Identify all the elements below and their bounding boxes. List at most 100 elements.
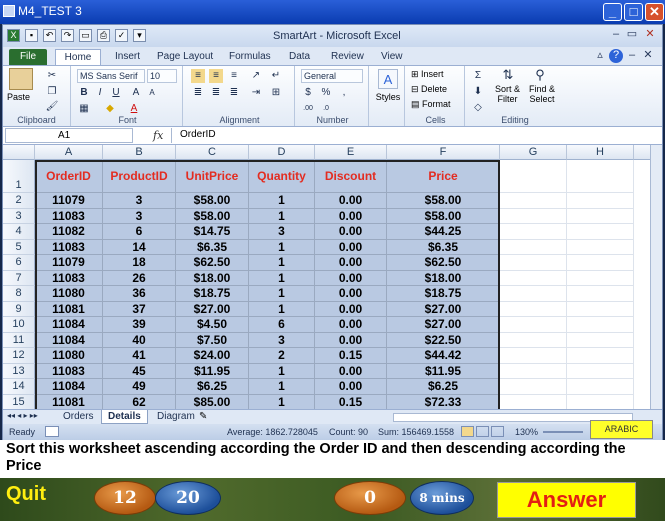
autosum-icon[interactable]: Σ — [471, 69, 485, 83]
data-cell[interactable]: 0.00 — [315, 239, 387, 255]
data-cell[interactable]: 0.00 — [315, 193, 387, 209]
excel-restore-icon[interactable]: ▭ — [625, 28, 639, 42]
data-cell[interactable]: 0.00 — [315, 224, 387, 240]
data-cell[interactable]: 3 — [249, 332, 315, 348]
borders-icon[interactable]: ▦ — [77, 102, 91, 116]
data-cell[interactable]: $11.95 — [176, 363, 249, 379]
tab-sheet-details[interactable]: Details — [101, 410, 148, 424]
data-cell[interactable]: $6.35 — [176, 239, 249, 255]
data-cell[interactable]: $6.25 — [387, 379, 500, 395]
arabic-button[interactable]: ARABIC — [590, 420, 653, 439]
data-cell[interactable]: 0.15 — [315, 348, 387, 364]
data-cell[interactable]: 11081 — [35, 394, 103, 409]
undo-icon[interactable]: ↶ — [43, 29, 56, 42]
tab-data[interactable]: Data — [281, 49, 318, 65]
data-cell[interactable]: 11079 — [35, 255, 103, 271]
header-cell[interactable]: ProductID — [103, 160, 176, 193]
row-header[interactable]: 8 — [3, 286, 35, 302]
data-cell[interactable]: $58.00 — [387, 193, 500, 209]
percent-icon[interactable]: % — [319, 86, 333, 100]
find-select-button[interactable]: Find & Select — [529, 84, 555, 104]
underline-icon[interactable]: U — [109, 86, 123, 100]
data-cell[interactable]: $24.00 — [176, 348, 249, 364]
styles-label[interactable]: Styles — [371, 92, 405, 102]
customize-toolbar-icon[interactable]: ▾ — [133, 29, 146, 42]
row-header[interactable]: 5 — [3, 239, 35, 255]
data-cell[interactable]: 11080 — [35, 348, 103, 364]
orientation-icon[interactable]: ↗ — [249, 69, 263, 83]
normal-view-icon[interactable] — [461, 426, 474, 437]
empty-cell[interactable] — [567, 160, 634, 193]
help-icon[interactable]: ? — [609, 49, 623, 63]
data-cell[interactable]: 0.00 — [315, 208, 387, 224]
number-format-select[interactable]: General — [301, 69, 363, 83]
font-size-select[interactable]: 10 — [147, 69, 177, 83]
tab-formulas[interactable]: Formulas — [221, 49, 279, 65]
insert-button[interactable]: ⊞ Insert — [411, 69, 444, 80]
data-cell[interactable]: 0.00 — [315, 270, 387, 286]
data-cell[interactable]: 1 — [249, 394, 315, 409]
data-cell[interactable]: 0.00 — [315, 317, 387, 333]
open-icon[interactable]: ▭ — [79, 29, 92, 42]
indent-icon[interactable]: ⇥ — [249, 86, 263, 100]
data-cell[interactable]: 11082 — [35, 224, 103, 240]
answer-button[interactable]: Answer — [497, 482, 636, 518]
row-header[interactable]: 13 — [3, 363, 35, 379]
data-cell[interactable]: 0.15 — [315, 394, 387, 409]
decrease-decimal-icon[interactable]: .0 — [319, 102, 333, 116]
column-header[interactable]: D — [249, 145, 315, 160]
grow-font-icon[interactable]: A — [129, 86, 143, 100]
bold-icon[interactable]: B — [77, 86, 91, 100]
spreadsheet-grid[interactable]: A B C D E F G H 1 OrderID ProductID UnitPrice Quanti… — [3, 145, 662, 409]
wrap-text-icon[interactable]: ↵ — [269, 69, 283, 83]
data-cell[interactable]: 0.00 — [315, 286, 387, 302]
align-top-icon[interactable]: ≡ — [191, 69, 205, 83]
empty-cell[interactable] — [567, 394, 634, 409]
empty-cell[interactable] — [567, 348, 634, 364]
close-button[interactable]: ✕ — [645, 3, 664, 21]
empty-cell[interactable] — [500, 286, 567, 302]
data-cell[interactable]: 36 — [103, 286, 176, 302]
empty-cell[interactable] — [500, 224, 567, 240]
empty-cell[interactable] — [567, 363, 634, 379]
data-cell[interactable]: 0.00 — [315, 379, 387, 395]
styles-icon[interactable]: A — [378, 69, 398, 89]
function-icon[interactable]: fx — [153, 129, 163, 142]
empty-cell[interactable] — [567, 379, 634, 395]
format-button[interactable]: ▤ Format — [411, 99, 451, 110]
currency-icon[interactable]: $ — [301, 86, 315, 100]
row-header[interactable]: 2 — [3, 193, 35, 209]
empty-cell[interactable] — [567, 286, 634, 302]
font-name-select[interactable]: MS Sans Serif — [77, 69, 145, 83]
data-cell[interactable]: 3 — [103, 208, 176, 224]
spelling-icon[interactable]: ✓ — [115, 29, 128, 42]
data-cell[interactable]: $58.00 — [387, 208, 500, 224]
row-header[interactable]: 7 — [3, 270, 35, 286]
data-cell[interactable]: 45 — [103, 363, 176, 379]
align-center-icon[interactable]: ≣ — [209, 86, 223, 100]
data-cell[interactable]: 18 — [103, 255, 176, 271]
empty-cell[interactable] — [500, 301, 567, 317]
data-cell[interactable]: $62.50 — [387, 255, 500, 271]
maximize-button[interactable]: □ — [624, 3, 643, 21]
tab-page-layout[interactable]: Page Layout — [149, 49, 221, 65]
data-cell[interactable]: $11.95 — [387, 363, 500, 379]
data-cell[interactable]: $18.75 — [387, 286, 500, 302]
align-bottom-icon[interactable]: ≡ — [227, 69, 241, 83]
paste-icon[interactable] — [9, 68, 33, 90]
data-cell[interactable]: $18.00 — [387, 270, 500, 286]
sort-filter-icon[interactable]: ⇅ — [501, 68, 515, 82]
empty-cell[interactable] — [500, 379, 567, 395]
empty-cell[interactable] — [500, 239, 567, 255]
copy-icon[interactable]: ❐ — [45, 85, 59, 99]
empty-cell[interactable] — [567, 270, 634, 286]
empty-cell[interactable] — [500, 160, 567, 193]
delete-button[interactable]: ⊟ Delete — [411, 84, 447, 95]
vertical-scrollbar[interactable] — [650, 145, 662, 409]
data-cell[interactable]: $85.00 — [176, 394, 249, 409]
row-header[interactable]: 15 — [3, 394, 35, 409]
header-cell[interactable]: Discount — [315, 160, 387, 193]
data-cell[interactable]: 1 — [249, 208, 315, 224]
data-cell[interactable]: 11079 — [35, 193, 103, 209]
data-cell[interactable]: $18.75 — [176, 286, 249, 302]
